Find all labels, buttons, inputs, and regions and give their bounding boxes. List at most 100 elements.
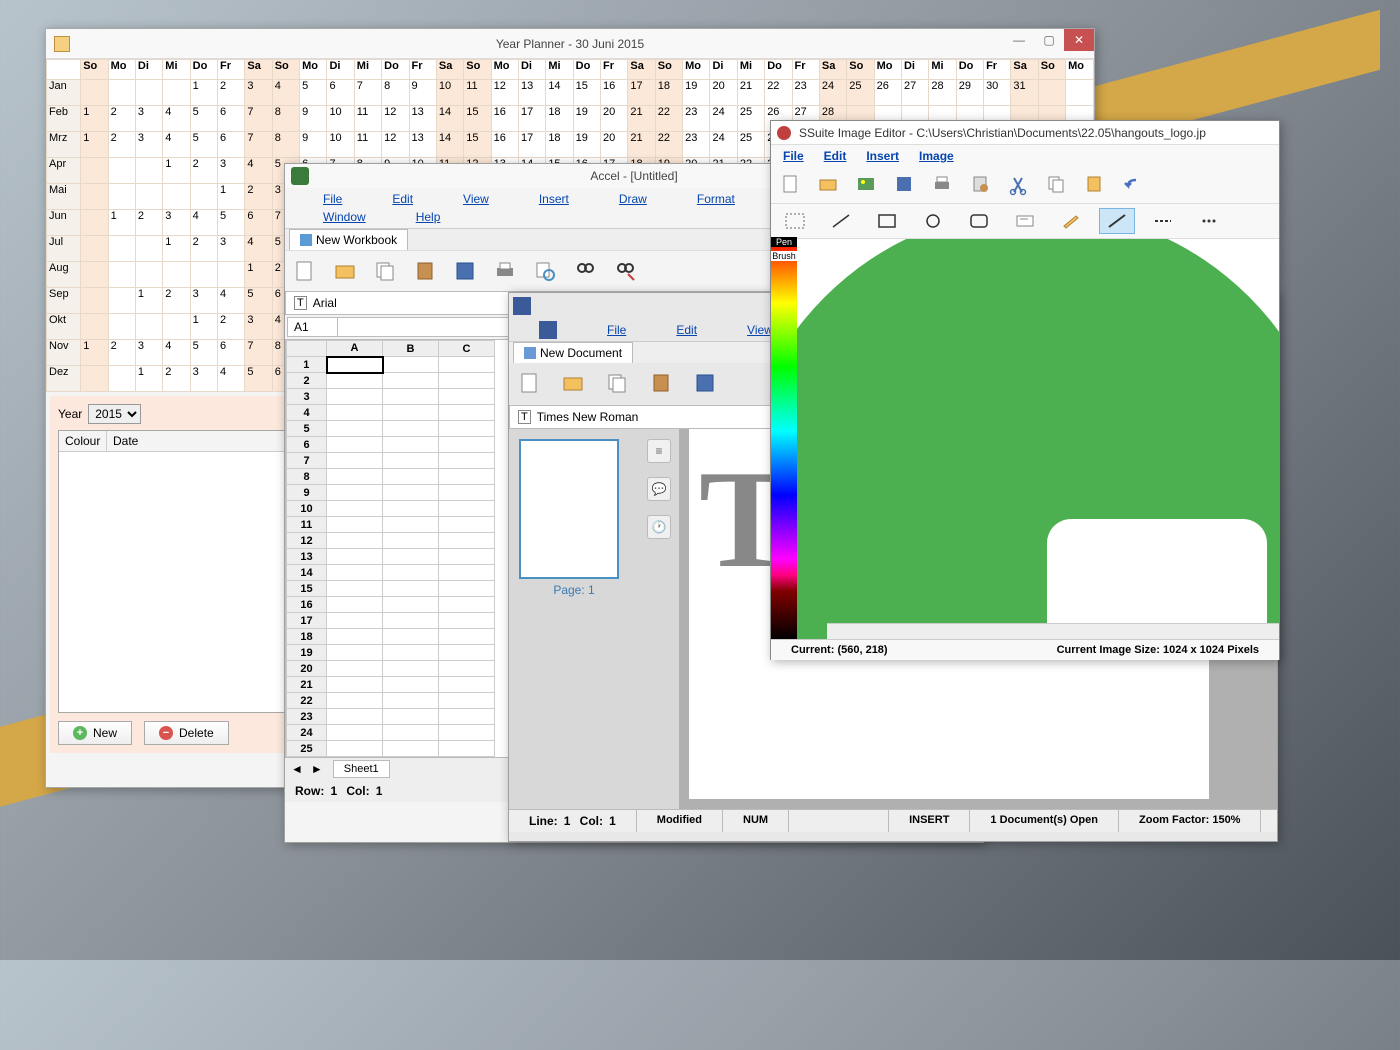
calendar-cell[interactable]: 14 [546, 80, 573, 106]
calendar-cell[interactable]: 9 [300, 132, 327, 158]
calendar-cell[interactable]: 5 [218, 210, 245, 236]
menu-edit[interactable]: Edit [676, 323, 697, 337]
cell[interactable] [383, 645, 439, 661]
calendar-cell[interactable]: 21 [628, 106, 655, 132]
calendar-cell[interactable]: 3 [245, 80, 272, 106]
calendar-cell[interactable]: 3 [135, 106, 162, 132]
calendar-cell[interactable]: 1 [245, 262, 272, 288]
calendar-cell[interactable]: 5 [190, 340, 217, 366]
calendar-cell[interactable]: 24 [819, 80, 846, 106]
row-header[interactable]: 11 [287, 517, 327, 533]
row-header[interactable]: 19 [287, 645, 327, 661]
calendar-cell[interactable]: 27 [901, 80, 928, 106]
calendar-cell[interactable] [135, 80, 162, 106]
calendar-cell[interactable]: 3 [163, 210, 190, 236]
calendar-cell[interactable]: 20 [601, 106, 628, 132]
calendar-cell[interactable]: 19 [573, 106, 600, 132]
year-select[interactable]: 2015 [88, 404, 141, 424]
cell[interactable] [327, 389, 383, 405]
cell[interactable] [439, 629, 495, 645]
more-options-icon[interactable] [1191, 208, 1227, 234]
calendar-cell[interactable]: 4 [163, 340, 190, 366]
calendar-cell[interactable]: 24 [710, 132, 737, 158]
column-header-date[interactable]: Date [107, 431, 287, 451]
copy-icon[interactable] [603, 369, 633, 399]
calendar-cell[interactable]: 5 [300, 80, 327, 106]
calendar-cell[interactable]: 16 [601, 80, 628, 106]
calendar-cell[interactable]: 5 [245, 366, 272, 392]
calendar-cell[interactable]: 28 [929, 80, 956, 106]
cell[interactable] [439, 741, 495, 757]
row-header[interactable]: 10 [287, 501, 327, 517]
calendar-cell[interactable] [218, 262, 245, 288]
cell[interactable] [439, 533, 495, 549]
settings-icon[interactable] [967, 173, 995, 197]
cell[interactable] [327, 581, 383, 597]
calendar-cell[interactable]: 3 [218, 158, 245, 184]
color-palette[interactable]: Pen Brush [771, 239, 797, 639]
calendar-cell[interactable]: 1 [108, 210, 135, 236]
calendar-cell[interactable] [108, 314, 135, 340]
line-tool-selected-icon[interactable] [1099, 208, 1135, 234]
calendar-cell[interactable] [135, 236, 162, 262]
calendar-cell[interactable]: 3 [190, 288, 217, 314]
year-planner-titlebar[interactable]: Year Planner - 30 Juni 2015 — ▢ ✕ [46, 29, 1094, 59]
new-file-icon[interactable] [777, 173, 805, 197]
calendar-cell[interactable]: 4 [272, 80, 299, 106]
menu-insert[interactable]: Insert [539, 192, 569, 206]
calendar-cell[interactable]: 1 [190, 80, 217, 106]
cell[interactable] [327, 405, 383, 421]
paste-icon[interactable] [647, 369, 677, 399]
image-icon[interactable] [853, 173, 881, 197]
cell[interactable] [327, 597, 383, 613]
calendar-cell[interactable]: 22 [655, 106, 682, 132]
calendar-cell[interactable]: 2 [163, 366, 190, 392]
calendar-cell[interactable] [135, 158, 162, 184]
calendar-cell[interactable]: 2 [218, 80, 245, 106]
cell[interactable] [327, 357, 383, 373]
calendar-cell[interactable] [108, 262, 135, 288]
calendar-cell[interactable]: 4 [163, 132, 190, 158]
calendar-cell[interactable] [108, 184, 135, 210]
calendar-cell[interactable]: 24 [710, 106, 737, 132]
sheet-nav-first[interactable]: ◄ [287, 762, 307, 776]
calendar-cell[interactable]: 12 [382, 132, 409, 158]
cell[interactable] [439, 581, 495, 597]
cell[interactable] [439, 709, 495, 725]
calendar-cell[interactable]: 14 [436, 132, 463, 158]
calendar-cell[interactable]: 2 [108, 106, 135, 132]
calendar-cell[interactable]: 2 [190, 236, 217, 262]
calendar-cell[interactable]: 3 [135, 340, 162, 366]
calendar-cell[interactable] [1066, 80, 1094, 106]
cell[interactable] [383, 613, 439, 629]
calendar-cell[interactable] [135, 314, 162, 340]
calendar-cell[interactable]: 1 [163, 158, 190, 184]
calendar-cell[interactable]: 8 [272, 132, 299, 158]
row-header[interactable]: 17 [287, 613, 327, 629]
calendar-cell[interactable]: 17 [518, 132, 545, 158]
calendar-cell[interactable]: 15 [464, 132, 491, 158]
image-canvas[interactable] [797, 239, 1279, 639]
menu-insert[interactable]: Insert [866, 149, 899, 163]
row-header[interactable]: 8 [287, 469, 327, 485]
cut-icon[interactable] [1005, 173, 1033, 197]
calendar-cell[interactable]: 1 [135, 366, 162, 392]
row-header[interactable]: 12 [287, 533, 327, 549]
cell[interactable] [383, 469, 439, 485]
row-header[interactable]: 18 [287, 629, 327, 645]
calendar-cell[interactable] [1038, 80, 1065, 106]
row-header[interactable]: 22 [287, 693, 327, 709]
paste-icon[interactable] [1081, 173, 1109, 197]
calendar-cell[interactable] [81, 184, 108, 210]
cell[interactable] [383, 453, 439, 469]
cell[interactable] [439, 389, 495, 405]
calendar-cell[interactable] [108, 158, 135, 184]
dash-style-icon[interactable] [1145, 208, 1181, 234]
row-header[interactable]: 15 [287, 581, 327, 597]
cell[interactable] [383, 581, 439, 597]
cell[interactable] [383, 437, 439, 453]
row-header[interactable]: 6 [287, 437, 327, 453]
calendar-cell[interactable]: 12 [382, 106, 409, 132]
cell[interactable] [327, 485, 383, 501]
calendar-cell[interactable] [135, 262, 162, 288]
